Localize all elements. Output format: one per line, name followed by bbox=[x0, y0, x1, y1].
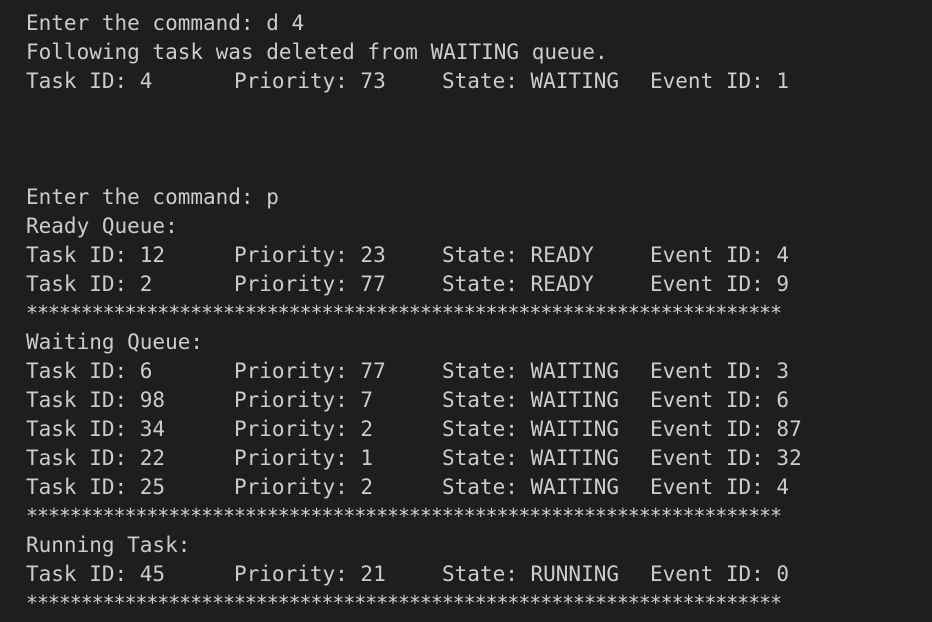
ready-queue-list: Task ID: 12 Priority: 23 State: READY Event… bbox=[26, 241, 926, 299]
command-prompt: Enter the command: bbox=[26, 11, 267, 35]
task-id: Task ID: 22 bbox=[26, 446, 166, 470]
task-id: Task ID: 12 bbox=[26, 243, 166, 267]
task-state: State: WAITING bbox=[442, 446, 620, 470]
task-event: Event ID: 3 bbox=[650, 359, 790, 383]
task-row: Task ID: 34 Priority: 2 State: WAITING Even… bbox=[26, 415, 926, 444]
waiting-queue-title: Waiting Queue: bbox=[26, 330, 204, 354]
task-id: Task ID: 4 bbox=[26, 69, 153, 93]
task-id: Task ID: 98 bbox=[26, 388, 166, 412]
task-state: State: READY bbox=[442, 272, 594, 296]
task-state: State: WAITING bbox=[442, 359, 620, 383]
task-state: State: WAITING bbox=[442, 475, 620, 499]
separator-line: ****************************************… bbox=[26, 301, 782, 325]
task-priority: Priority: 2 bbox=[234, 417, 374, 441]
task-event: Event ID: 4 bbox=[650, 243, 790, 267]
task-event: Event ID: 1 bbox=[650, 69, 790, 93]
task-event: Event ID: 4 bbox=[650, 475, 790, 499]
task-row: Task ID: 45 Priority: 21 State: RUNNING Eve… bbox=[26, 560, 926, 589]
task-event: Event ID: 6 bbox=[650, 388, 790, 412]
task-id: Task ID: 34 bbox=[26, 417, 166, 441]
task-row: Task ID: 25 Priority: 2 State: WAITING Even… bbox=[26, 473, 926, 502]
command-line-delete: Enter the command: d 4 bbox=[26, 9, 926, 38]
task-row: Task ID: 12 Priority: 23 State: READY Event… bbox=[26, 241, 926, 270]
task-event: Event ID: 87 bbox=[650, 417, 802, 441]
command-prompt: Enter the command: bbox=[26, 185, 267, 209]
task-priority: Priority: 23 bbox=[234, 243, 386, 267]
task-row: Task ID: 22 Priority: 1 State: WAITING Even… bbox=[26, 444, 926, 473]
task-row: Task ID: 98 Priority: 7 State: WAITING Even… bbox=[26, 386, 926, 415]
running-task-list: Task ID: 45 Priority: 21 State: RUNNING Eve… bbox=[26, 560, 926, 589]
separator-line: ****************************************… bbox=[26, 504, 782, 528]
task-priority: Priority: 2 bbox=[234, 475, 374, 499]
task-state: State: WAITING bbox=[442, 417, 620, 441]
deleted-task-row: Task ID: 4 Priority: 73 State: WAITING E… bbox=[26, 67, 926, 96]
separator-line: ****************************************… bbox=[26, 591, 782, 615]
console-output: Enter the command: d 4 Following task wa… bbox=[26, 9, 926, 618]
running-task-title: Running Task: bbox=[26, 533, 191, 557]
task-id: Task ID: 2 bbox=[26, 272, 153, 296]
command-input-text: p bbox=[266, 185, 279, 209]
command-line-print: Enter the command: p bbox=[26, 183, 926, 212]
task-priority: Priority: 77 bbox=[234, 359, 386, 383]
task-priority: Priority: 73 bbox=[234, 69, 386, 93]
delete-message: Following task was deleted from WAITING … bbox=[26, 40, 608, 64]
task-priority: Priority: 77 bbox=[234, 272, 386, 296]
ready-queue-title: Ready Queue: bbox=[26, 214, 178, 238]
task-state: State: WAITING bbox=[442, 69, 620, 93]
task-id: Task ID: 25 bbox=[26, 475, 166, 499]
task-event: Event ID: 32 bbox=[650, 446, 802, 470]
task-id: Task ID: 45 bbox=[26, 562, 166, 586]
command-input-text: d 4 bbox=[266, 11, 305, 35]
task-id: Task ID: 6 bbox=[26, 359, 153, 383]
task-event: Event ID: 0 bbox=[650, 562, 790, 586]
task-row: Task ID: 2 Priority: 77 State: READY Event … bbox=[26, 270, 926, 299]
task-priority: Priority: 1 bbox=[234, 446, 374, 470]
task-row: Task ID: 6 Priority: 77 State: WAITING Even… bbox=[26, 357, 926, 386]
task-priority: Priority: 21 bbox=[234, 562, 386, 586]
task-event: Event ID: 9 bbox=[650, 272, 790, 296]
task-priority: Priority: 7 bbox=[234, 388, 374, 412]
task-state: State: WAITING bbox=[442, 388, 620, 412]
task-state: State: RUNNING bbox=[442, 562, 620, 586]
waiting-queue-list: Task ID: 6 Priority: 77 State: WAITING Even… bbox=[26, 357, 926, 502]
task-state: State: READY bbox=[442, 243, 594, 267]
